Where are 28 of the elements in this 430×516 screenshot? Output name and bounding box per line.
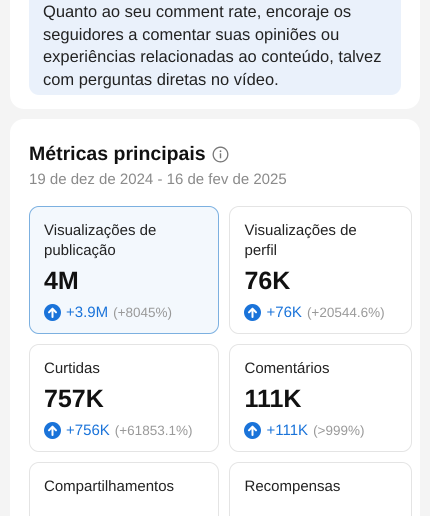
metric-value: 757K — [44, 385, 104, 414]
metric-label: Recompensas — [244, 477, 340, 497]
metric-percent: (+61853.1%) — [114, 423, 192, 438]
metric-label: Visualizações de perfil — [244, 221, 358, 261]
metric-percent: (+8045%) — [113, 305, 172, 320]
date-range: 19 de dez de 2024 - 16 de fev de 2025 — [29, 171, 288, 188]
metric-label: Curtidas — [44, 359, 100, 379]
metric-percent: (>999%) — [313, 423, 364, 438]
metric-percent: (+20544.6%) — [306, 305, 385, 320]
metric-value: 4M — [44, 267, 79, 296]
metric-label: Comentários — [244, 359, 330, 379]
metric-card[interactable]: Recompensas — [229, 462, 412, 516]
metric-label: Compartilhamentos — [44, 477, 174, 497]
metric-card[interactable]: Visualizações de perfil 76K +76K (+20544.6%) — [229, 206, 412, 334]
metric-value: 76K — [244, 267, 290, 296]
metric-card[interactable]: Visualizações de publicação 4M +3.9M (+8045%) — [29, 206, 220, 334]
metric-change: +756K — [66, 422, 110, 439]
metric-change: +111K — [266, 422, 308, 439]
metric-label: Visualizações de publicação — [44, 221, 158, 261]
section-title: Métricas principais — [29, 143, 206, 166]
metric-card[interactable]: Comentários 111K +111K (>999%) — [229, 344, 412, 452]
tip-text: Quanto ao seu comment rate, encoraje os seguidores a comentar suas opiniões ou experiências relacionadas ao conteúdo, talvez com perguntas diretas no vídeo. — [29, 0, 401, 95]
metric-card[interactable]: Curtidas 757K +756K (+61853.1%) — [29, 344, 220, 452]
metric-value: 111K — [244, 385, 302, 414]
metric-change: +76K — [266, 304, 302, 321]
metric-change: +3.9M — [66, 304, 108, 321]
metric-card[interactable]: Compartilhamentos — [29, 462, 220, 516]
info-icon[interactable] — [212, 146, 229, 163]
